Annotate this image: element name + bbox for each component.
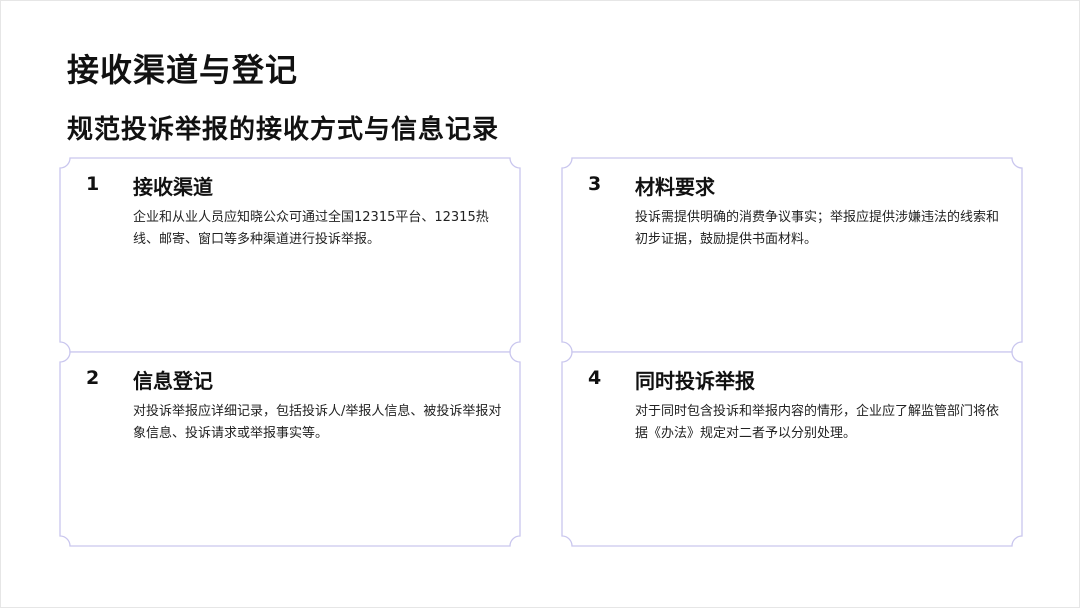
card-frame [59, 351, 521, 547]
card-simultaneous-complaint-report: 4 同时投诉举报 对于同时包含投诉和举报内容的情形，企业应了解监管部门将依据《办… [561, 351, 1023, 547]
page-title: 接收渠道与登记 [67, 51, 299, 89]
card-body: 对于同时包含投诉和举报内容的情形，企业应了解监管部门将依据《办法》规定对二者予以… [635, 404, 1000, 441]
card-body: 对投诉举报应详细记录，包括投诉人/举报人信息、被投诉举报对象信息、投诉请求或举报… [133, 404, 502, 441]
card-heading: 同时投诉举报 [635, 369, 755, 393]
card-body: 投诉需提供明确的消费争议事实；举报应提供涉嫌违法的线索和初步证据，鼓励提供书面材… [635, 210, 1000, 247]
card-frame [561, 157, 1023, 353]
page-subtitle: 规范投诉举报的接收方式与信息记录 [67, 115, 500, 145]
card-information-registration: 2 信息登记 对投诉举报应详细记录，包括投诉人/举报人信息、被投诉举报对象信息、… [59, 351, 521, 547]
card-material-requirements: 3 材料要求 投诉需提供明确的消费争议事实；举报应提供涉嫌违法的线索和初步证据，… [561, 157, 1023, 353]
card-number: 4 [588, 367, 602, 389]
card-frame [59, 157, 521, 353]
card-receiving-channels: 1 接收渠道 企业和从业人员应知晓公众可通过全国12315平台、12315热线、… [59, 157, 521, 353]
card-heading: 材料要求 [635, 175, 715, 199]
card-number: 3 [588, 173, 602, 195]
card-heading: 信息登记 [133, 369, 213, 393]
card-number: 2 [86, 367, 100, 389]
card-frame [561, 351, 1023, 547]
card-heading: 接收渠道 [133, 175, 213, 199]
card-number: 1 [86, 173, 100, 195]
card-body: 企业和从业人员应知晓公众可通过全国12315平台、12315热线、邮寄、窗口等多… [133, 210, 489, 247]
slide: 接收渠道与登记 规范投诉举报的接收方式与信息记录 1 接收渠道 企业和从业人员应… [0, 0, 1080, 608]
